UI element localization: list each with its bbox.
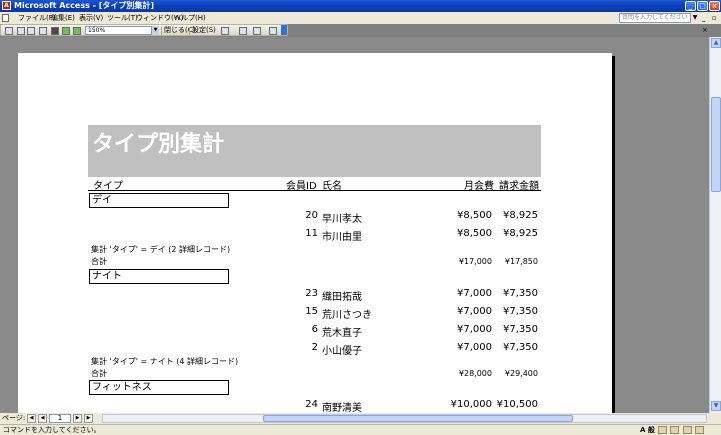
group-total-fee: ¥17,000 [458, 257, 492, 266]
multiple-pages-icon[interactable] [73, 27, 81, 35]
member-id: 23 [305, 288, 318, 299]
two-pages-icon[interactable] [62, 27, 70, 35]
zoom-select[interactable]: 150% [85, 26, 159, 35]
close-preview-button[interactable]: 閉じる(C) [164, 25, 195, 36]
group-label-fitness: フィットネス [89, 380, 229, 395]
menu-view[interactable]: 表示(V) [79, 12, 103, 24]
billing-amount: ¥8,925 [503, 210, 538, 221]
billing-amount: ¥7,350 [503, 324, 538, 335]
new-object-icon[interactable] [253, 27, 261, 35]
member-id: 6 [311, 324, 318, 335]
group-total-billing: ¥17,850 [504, 257, 538, 266]
close-button[interactable]: × [709, 1, 720, 11]
member-name: 荒川さつき [322, 310, 372, 321]
group-total-label: 合計 [91, 257, 107, 266]
ime-pad-icon[interactable] [658, 426, 668, 434]
page-label: ページ: [2, 414, 26, 422]
member-id: 20 [305, 210, 318, 221]
group-total-billing: ¥29,400 [504, 369, 538, 378]
member-name: 市川由里 [322, 232, 362, 243]
monthly-fee: ¥7,000 [457, 306, 492, 317]
last-page-icon[interactable]: ▶ [84, 414, 93, 423]
ime-mode-text[interactable]: A 般 [640, 426, 655, 434]
ime-help-icon[interactable] [694, 426, 704, 434]
group-summary-text: 集計 'タイプ' = ナイト (4 詳細レコード) [91, 357, 239, 366]
horizontal-scrollbar[interactable] [102, 414, 707, 423]
help-dropdown-arrow-icon[interactable]: ▼ [691, 13, 699, 23]
first-page-icon[interactable]: ◀ [27, 414, 36, 423]
page-navigation-bar: ページ: ◀ ◀ 1 ▶ ▶ [0, 413, 721, 424]
vertical-scrollbar[interactable]: ▲ ▼ [709, 37, 721, 413]
access-app-icon[interactable]: A [2, 1, 11, 10]
status-bar: コマンドを入力してください。 A 般 [0, 424, 721, 435]
horizontal-scroll-thumb[interactable] [263, 415, 573, 422]
minimize-button[interactable]: _ [685, 1, 696, 11]
member-id: 2 [311, 342, 318, 353]
monthly-fee: ¥8,500 [457, 228, 492, 239]
help-question-input[interactable]: 質問を入力してください [619, 13, 691, 23]
group-label-night: ナイト [89, 269, 229, 284]
view-icon[interactable] [5, 27, 13, 35]
next-page-icon[interactable]: ▶ [73, 414, 82, 423]
zoom-icon[interactable] [39, 27, 47, 35]
group-total-fee: ¥28,000 [458, 369, 492, 378]
header-divider [88, 190, 541, 191]
member-name: 小山優子 [322, 346, 362, 357]
menu-bar: ファイル(F) 編集(E) 表示(V) ツール(T) ウィンドウ(W) ヘルプ(… [0, 12, 721, 34]
previous-page-icon[interactable]: ◀ [38, 414, 47, 423]
mdi-window-buttons[interactable]: _ ▫ × [702, 12, 721, 36]
billing-amount: ¥10,500 [496, 399, 538, 410]
print-icon[interactable] [27, 27, 35, 35]
group-summary-text: 集計 'タイプ' = デイ (2 詳細レコード) [91, 245, 231, 254]
monthly-fee: ¥8,500 [457, 210, 492, 221]
monthly-fee: ¥10,000 [450, 399, 492, 410]
billing-amount: ¥7,350 [503, 288, 538, 299]
toolbar-separator [161, 27, 162, 35]
report-title: タイプ別集計 [88, 125, 541, 177]
vertical-scroll-thumb[interactable] [711, 97, 721, 192]
print-preview-toolbar: 150% ▼ 閉じる(C) 設定(S) [0, 24, 288, 36]
title-bar: A Microsoft Access - [タイプ別集計] _ □ × [0, 0, 721, 12]
ime-tray[interactable]: A 般 [640, 426, 704, 435]
member-id: 15 [305, 306, 318, 317]
group-label-day: デイ [89, 193, 229, 208]
toolbar-separator [189, 27, 190, 35]
monthly-fee: ¥7,000 [457, 288, 492, 299]
member-name: 織田拓哉 [322, 292, 362, 303]
member-name: 南野清美 [322, 403, 362, 413]
maximize-button[interactable]: □ [697, 1, 708, 11]
menu-help[interactable]: ヘルプ(H) [174, 12, 206, 24]
monthly-fee: ¥7,000 [457, 324, 492, 335]
ime-tool-icon[interactable] [670, 426, 680, 434]
chevron-down-icon[interactable]: ▼ [151, 26, 159, 35]
help-icon[interactable] [269, 27, 277, 35]
menu-file[interactable]: ファイル(F) [18, 12, 56, 24]
group-total-label: 合計 [91, 369, 107, 378]
report-doc-icon[interactable] [2, 14, 9, 22]
ime-dictionary-icon[interactable] [682, 426, 692, 434]
status-text: コマンドを入力してください。 [3, 426, 101, 434]
report-preview-area[interactable]: タイプ別集計 タイプ 会員ID 氏名 月会費 請求金額 デイ 20 早川孝太 ¥… [0, 37, 709, 413]
menu-tools[interactable]: ツール(T) [107, 12, 138, 24]
database-window-icon[interactable] [239, 27, 247, 35]
page-setup-button[interactable]: 設定(S) [192, 25, 216, 36]
monthly-fee: ¥7,000 [457, 342, 492, 353]
billing-amount: ¥7,350 [503, 306, 538, 317]
member-name: 荒木直子 [322, 328, 362, 339]
billing-amount: ¥8,925 [503, 228, 538, 239]
scroll-up-icon[interactable]: ▲ [711, 38, 721, 48]
member-name: 早川孝太 [322, 214, 362, 225]
report-page: タイプ別集計 タイプ 会員ID 氏名 月会費 請求金額 デイ 20 早川孝太 ¥… [18, 53, 612, 413]
menu-edit[interactable]: 編集(E) [51, 12, 75, 24]
one-page-icon[interactable] [51, 27, 59, 35]
office-links-icon[interactable] [221, 27, 229, 35]
scroll-down-icon[interactable]: ▼ [711, 401, 721, 411]
billing-amount: ¥7,350 [503, 342, 538, 353]
window-title: Microsoft Access - [タイプ別集計] [14, 1, 155, 10]
current-page-input[interactable]: 1 [49, 414, 71, 423]
member-id: 24 [305, 399, 318, 410]
toolbar-options-icon[interactable] [281, 25, 287, 35]
member-id: 11 [305, 228, 318, 239]
design-view-icon[interactable] [17, 27, 25, 35]
